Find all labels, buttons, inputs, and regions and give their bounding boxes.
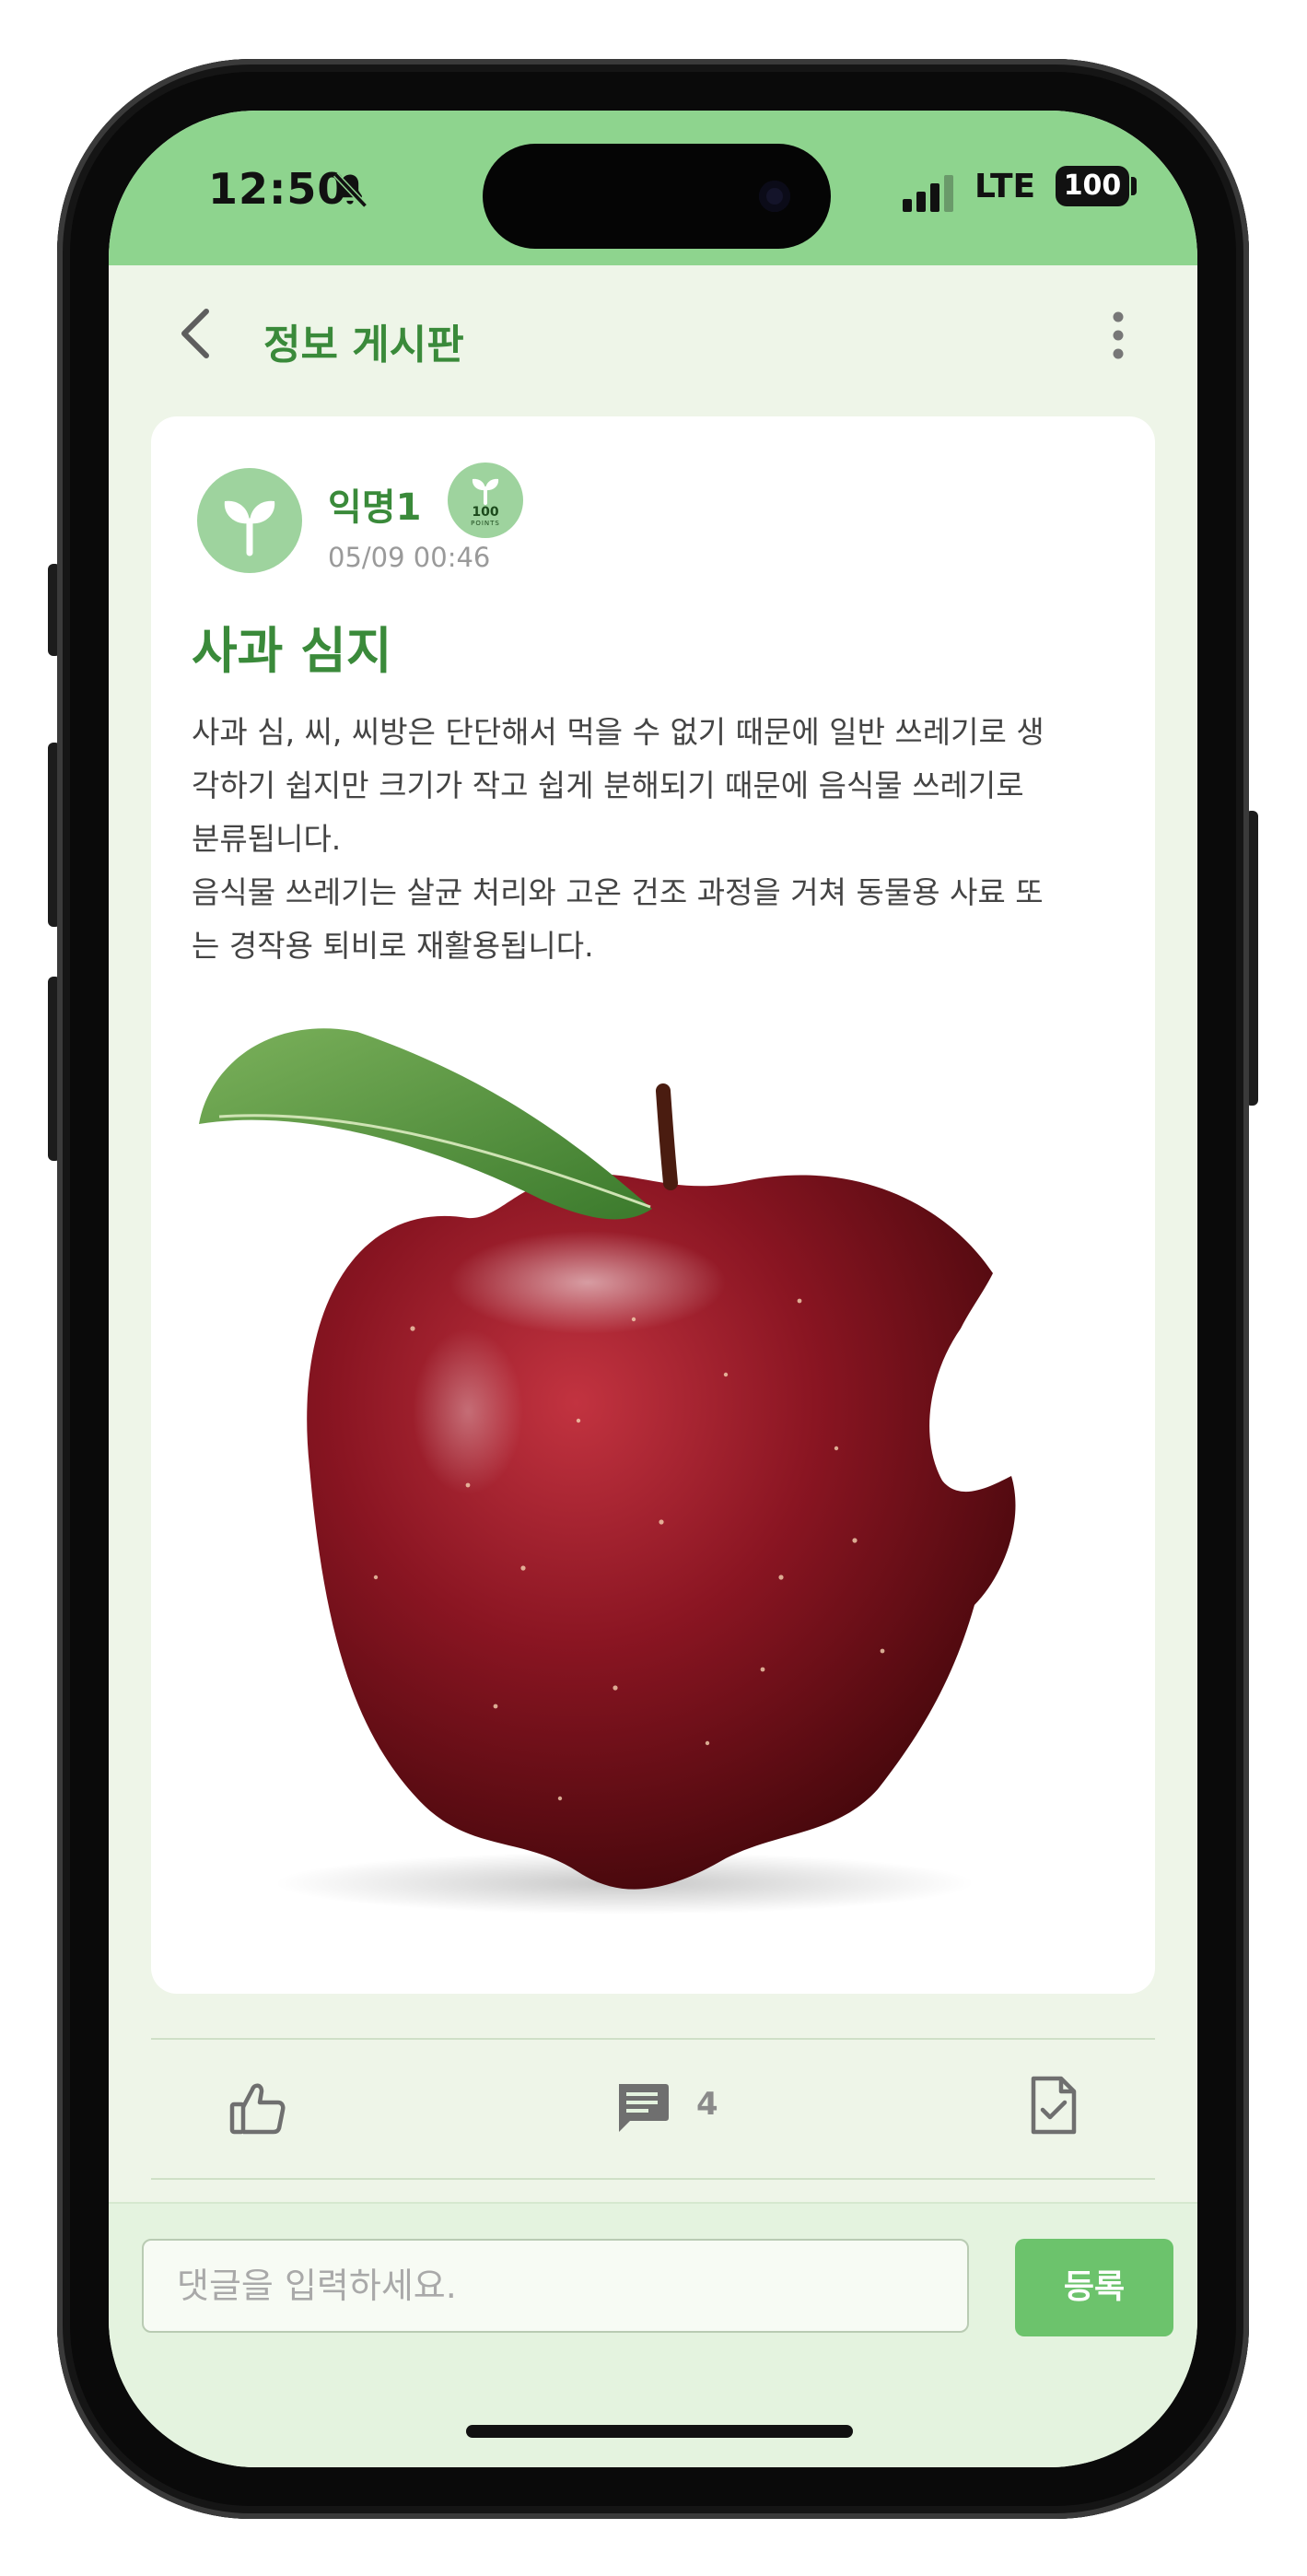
post-body-line: 분류됩니다. [192, 821, 342, 857]
battery-icon: 100 [1056, 166, 1129, 206]
post-title: 사과 심지 [192, 622, 392, 680]
status-time: 12:50 [208, 164, 348, 214]
battery-tip [1131, 177, 1137, 195]
post-card: 익명1 100 POINTS 05/09 00:46 사과 심지 사과 심, 씨… [151, 416, 1155, 1994]
avatar[interactable] [197, 468, 302, 573]
points-value: 100 [472, 505, 499, 520]
sprout-icon [224, 500, 275, 556]
more-vertical-icon[interactable] [1109, 310, 1127, 361]
post-body-line: 음식물 쓰레기는 살균 처리와 고온 건조 과정을 거쳐 동물용 사료 또 [192, 874, 1044, 910]
status-bar: 12:50 LTE 100 [109, 111, 1197, 265]
page-title: 정보 게시판 [263, 322, 464, 369]
post-body-line: 각하기 쉽지만 크기가 작고 쉽게 분해되기 때문에 음식물 쓰레기로 [192, 767, 1024, 803]
divider [151, 2178, 1155, 2180]
comment-icon[interactable] [613, 2080, 671, 2136]
author-name: 익명1 [328, 486, 422, 529]
home-indicator [466, 2425, 853, 2438]
comment-count: 4 [696, 2086, 718, 2123]
thumbs-up-icon[interactable] [228, 2078, 287, 2137]
comment-bar: 등록 [109, 2202, 1197, 2467]
dynamic-island [483, 144, 831, 249]
points-unit: POINTS [471, 520, 500, 527]
report-document-icon[interactable] [1030, 2075, 1078, 2136]
post-body: 사과 심, 씨, 씨방은 단단해서 먹을 수 없기 때문에 일반 쓰레기로 생 … [192, 706, 1122, 973]
signal-icon [903, 175, 953, 212]
camera-icon [759, 181, 790, 212]
apple-image [192, 1006, 1122, 1942]
divider [151, 2038, 1155, 2040]
comment-input[interactable] [142, 2239, 969, 2333]
post-date: 05/09 00:46 [328, 542, 491, 573]
submit-button[interactable]: 등록 [1015, 2239, 1173, 2336]
chevron-left-icon[interactable] [171, 304, 217, 363]
post-image[interactable] [192, 1006, 1122, 1942]
post-body-line: 사과 심, 씨, 씨방은 단단해서 먹을 수 없기 때문에 일반 쓰레기로 생 [192, 714, 1044, 750]
app-screen: 12:50 LTE 100 정보 게시판 익명1 100 POINTS 05/0… [109, 111, 1197, 2467]
post-body-line: 는 경작용 퇴비로 재활용됩니다. [192, 928, 594, 964]
network-label: LTE [974, 168, 1036, 205]
points-badge: 100 POINTS [448, 463, 523, 538]
app-header: 정보 게시판 [109, 265, 1197, 402]
bell-slash-icon [333, 172, 368, 208]
